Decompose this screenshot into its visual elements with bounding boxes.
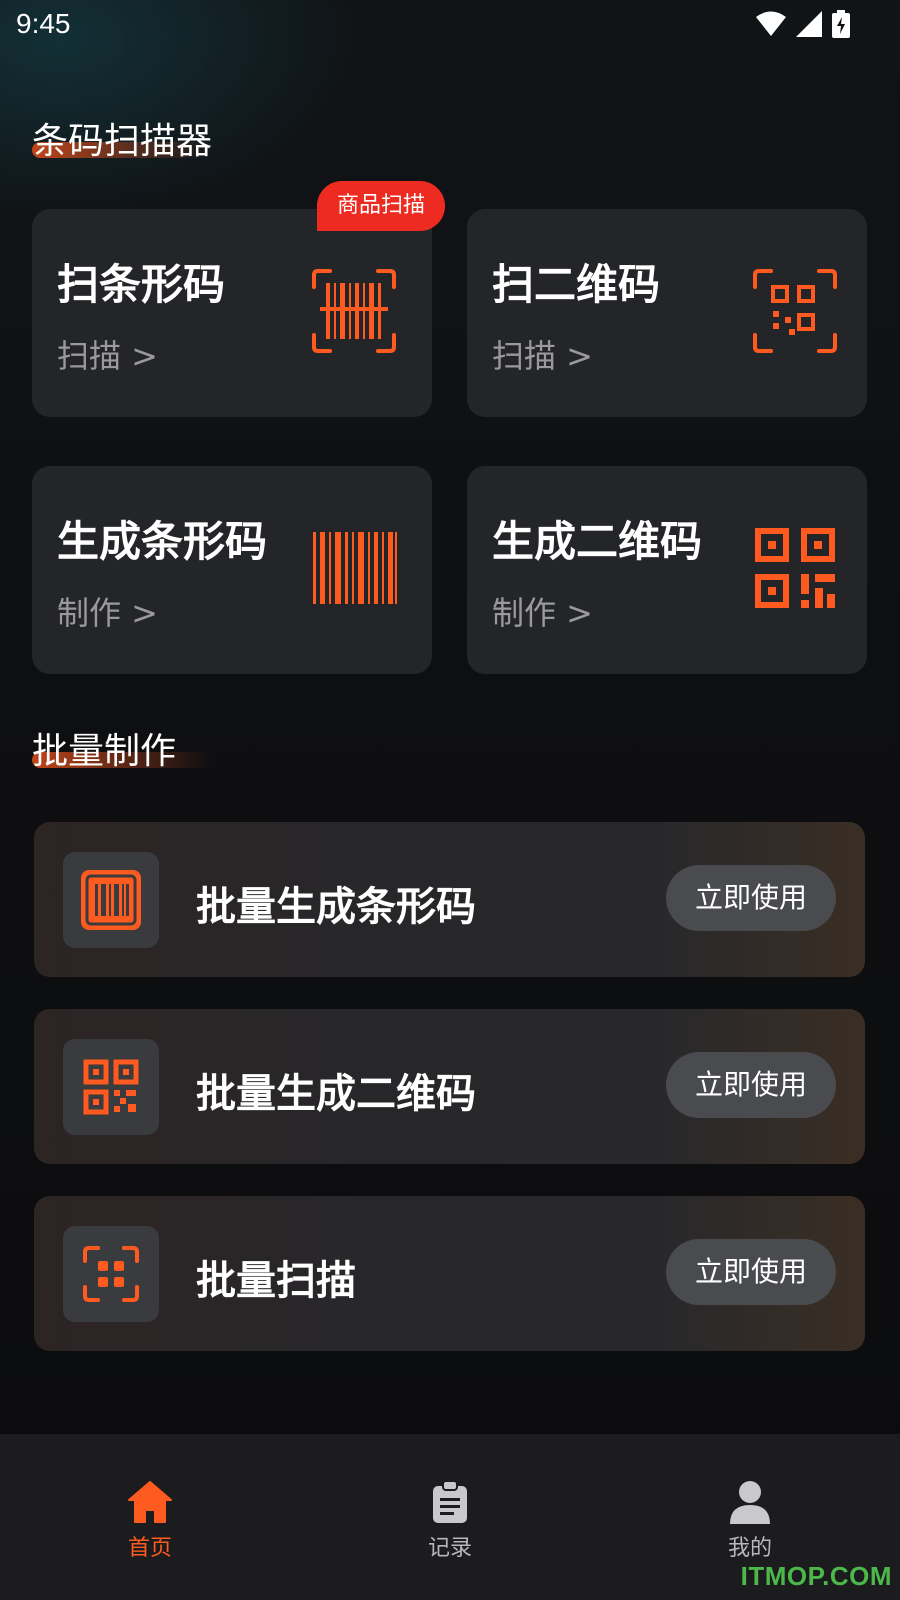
clipboard-icon [433,1480,467,1523]
card-scan-qrcode[interactable]: 扫二维码 扫描 > [467,209,867,417]
batch-row-qrcode: 批量生成二维码 立即使用 [34,1009,865,1164]
barcode-icon [313,532,397,604]
batch-label: 批量生成条形码 [196,884,476,930]
card-action-link[interactable]: 制作 > [492,588,593,634]
home-icon [128,1481,172,1523]
card-generate-qrcode[interactable]: 生成二维码 制作 > [467,466,867,674]
card-action-link[interactable]: 扫描 > [492,331,593,377]
use-now-button[interactable]: 立即使用 [666,865,836,931]
use-now-button[interactable]: 立即使用 [666,1052,836,1118]
batch-label: 批量扫描 [196,1258,356,1304]
user-icon [730,1481,770,1524]
batch-row-barcode: 批量生成条形码 立即使用 [34,822,865,977]
tab-label: 记录 [427,1536,472,1561]
barcode-scan-icon [312,269,396,353]
batch-icon-box [63,1226,159,1322]
status-icons [756,10,850,38]
tab-records[interactable]: 记录 [300,1434,600,1600]
watermark: ITMOP.COM [740,1561,892,1591]
card-action-link[interactable]: 制作 > [57,588,158,634]
batch-row-scan: 批量扫描 立即使用 [34,1196,865,1351]
card-title: 扫二维码 [492,260,661,309]
batch-icon-box [63,1039,159,1135]
batch-label: 批量生成二维码 [196,1071,476,1117]
product-scan-badge: 商品扫描 [317,181,445,231]
section-title-batch: 批量制作 [32,731,177,772]
tab-label: 首页 [127,1536,172,1561]
qrcode-scan-icon [753,269,837,353]
tab-home[interactable]: 首页 [0,1434,300,1600]
card-scan-barcode[interactable]: 扫条形码 扫描 > [32,209,432,417]
batch-icon-box [63,852,159,948]
wifi-icon [756,11,786,36]
card-title: 扫条形码 [57,260,226,309]
qrcode-icon [83,1059,139,1115]
card-action-link[interactable]: 扫描 > [57,331,158,377]
card-generate-barcode[interactable]: 生成条形码 制作 > [32,466,432,674]
use-now-button[interactable]: 立即使用 [666,1239,836,1305]
status-time: 9:45 [16,8,71,39]
card-title: 生成条形码 [57,517,268,566]
section-title-scanner: 条码扫描器 [32,121,213,162]
qrcode-icon [755,528,835,608]
battery-charging-icon [832,10,850,38]
status-bar: 9:45 [0,0,900,50]
barcode-icon [81,870,141,930]
card-title: 生成二维码 [492,517,703,566]
tab-label: 我的 [727,1536,772,1561]
signal-icon [796,11,822,37]
scan-frame-icon [83,1246,139,1302]
